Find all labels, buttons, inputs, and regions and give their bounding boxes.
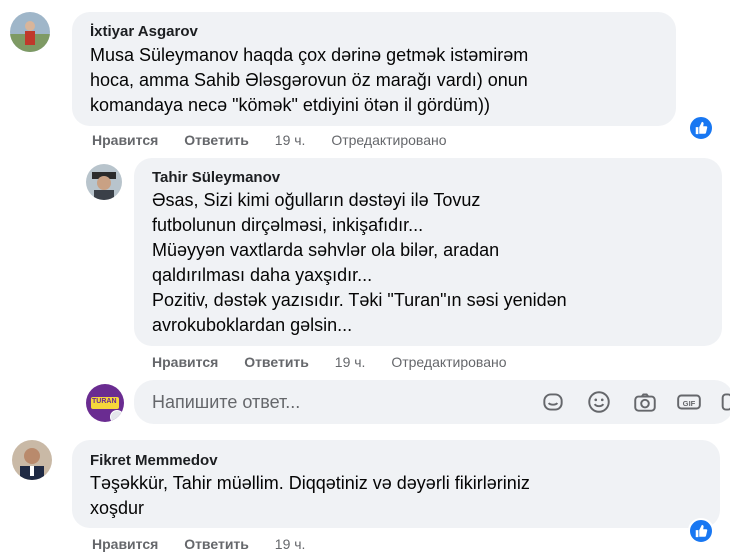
like-icon [695, 121, 708, 135]
avatar-fikret[interactable] [12, 440, 52, 480]
reply-placeholder: Напишите ответ... [152, 392, 301, 412]
sticker-icon[interactable] [540, 389, 566, 415]
comment-bubble-ixtiyar: İxtiyar Asgarov Musa Süleymanov haqda ço… [72, 12, 676, 126]
comment-author[interactable]: İxtiyar Asgarov [90, 23, 198, 41]
avatar-tahir[interactable] [86, 164, 122, 200]
comment-time[interactable]: 19 ч. [275, 132, 306, 148]
avatar-ixtiyar[interactable] [10, 12, 50, 52]
edited-label: Отредактировано [391, 354, 507, 370]
comment-author[interactable]: Tahir Süleymanov [152, 169, 280, 187]
comment-actions: Нравится Ответить 19 ч. Отредактировано [152, 354, 529, 370]
like-reaction-badge[interactable] [688, 115, 714, 141]
comment-text: Təşəkkür, Tahir müəllim. Diqqətiniz və d… [90, 473, 530, 518]
emoji-icon[interactable] [586, 389, 612, 415]
camera-icon[interactable] [632, 389, 658, 415]
comment-bubble-tahir: Tahir Süleymanov Əsas, Sizi kimi oğullar… [134, 158, 722, 346]
comment-bubble-fikret: Fikret Memmedov Təşəkkür, Tahir müəllim.… [72, 440, 720, 528]
like-button[interactable]: Нравится [92, 132, 158, 148]
gif-icon[interactable]: GIF [676, 389, 702, 415]
reply-input[interactable]: Напишите ответ... GIF [134, 380, 730, 424]
reply-avatar-logo-text: TURAN [92, 398, 117, 405]
reply-button[interactable]: Ответить [244, 354, 309, 370]
like-reaction-badge[interactable] [688, 518, 714, 544]
comment-time[interactable]: 19 ч. [335, 354, 366, 370]
reply-button[interactable]: Ответить [184, 132, 249, 148]
reply-avatar: TURAN [86, 384, 124, 422]
comment-text: Əsas, Sizi kimi oğulların dəstəyi ilə To… [152, 190, 567, 335]
more-icon[interactable] [720, 389, 730, 415]
comment-text: Musa Süleymanov haqda çox dərinə getmək … [90, 45, 529, 115]
like-icon [695, 524, 708, 538]
like-button[interactable]: Нравится [152, 354, 218, 370]
svg-text:GIF: GIF [683, 399, 696, 408]
comment-author[interactable]: Fikret Memmedov [90, 452, 218, 470]
comment-actions: Нравится Ответить 19 ч. Отредактировано [92, 132, 469, 148]
edited-label: Отредактировано [331, 132, 447, 148]
